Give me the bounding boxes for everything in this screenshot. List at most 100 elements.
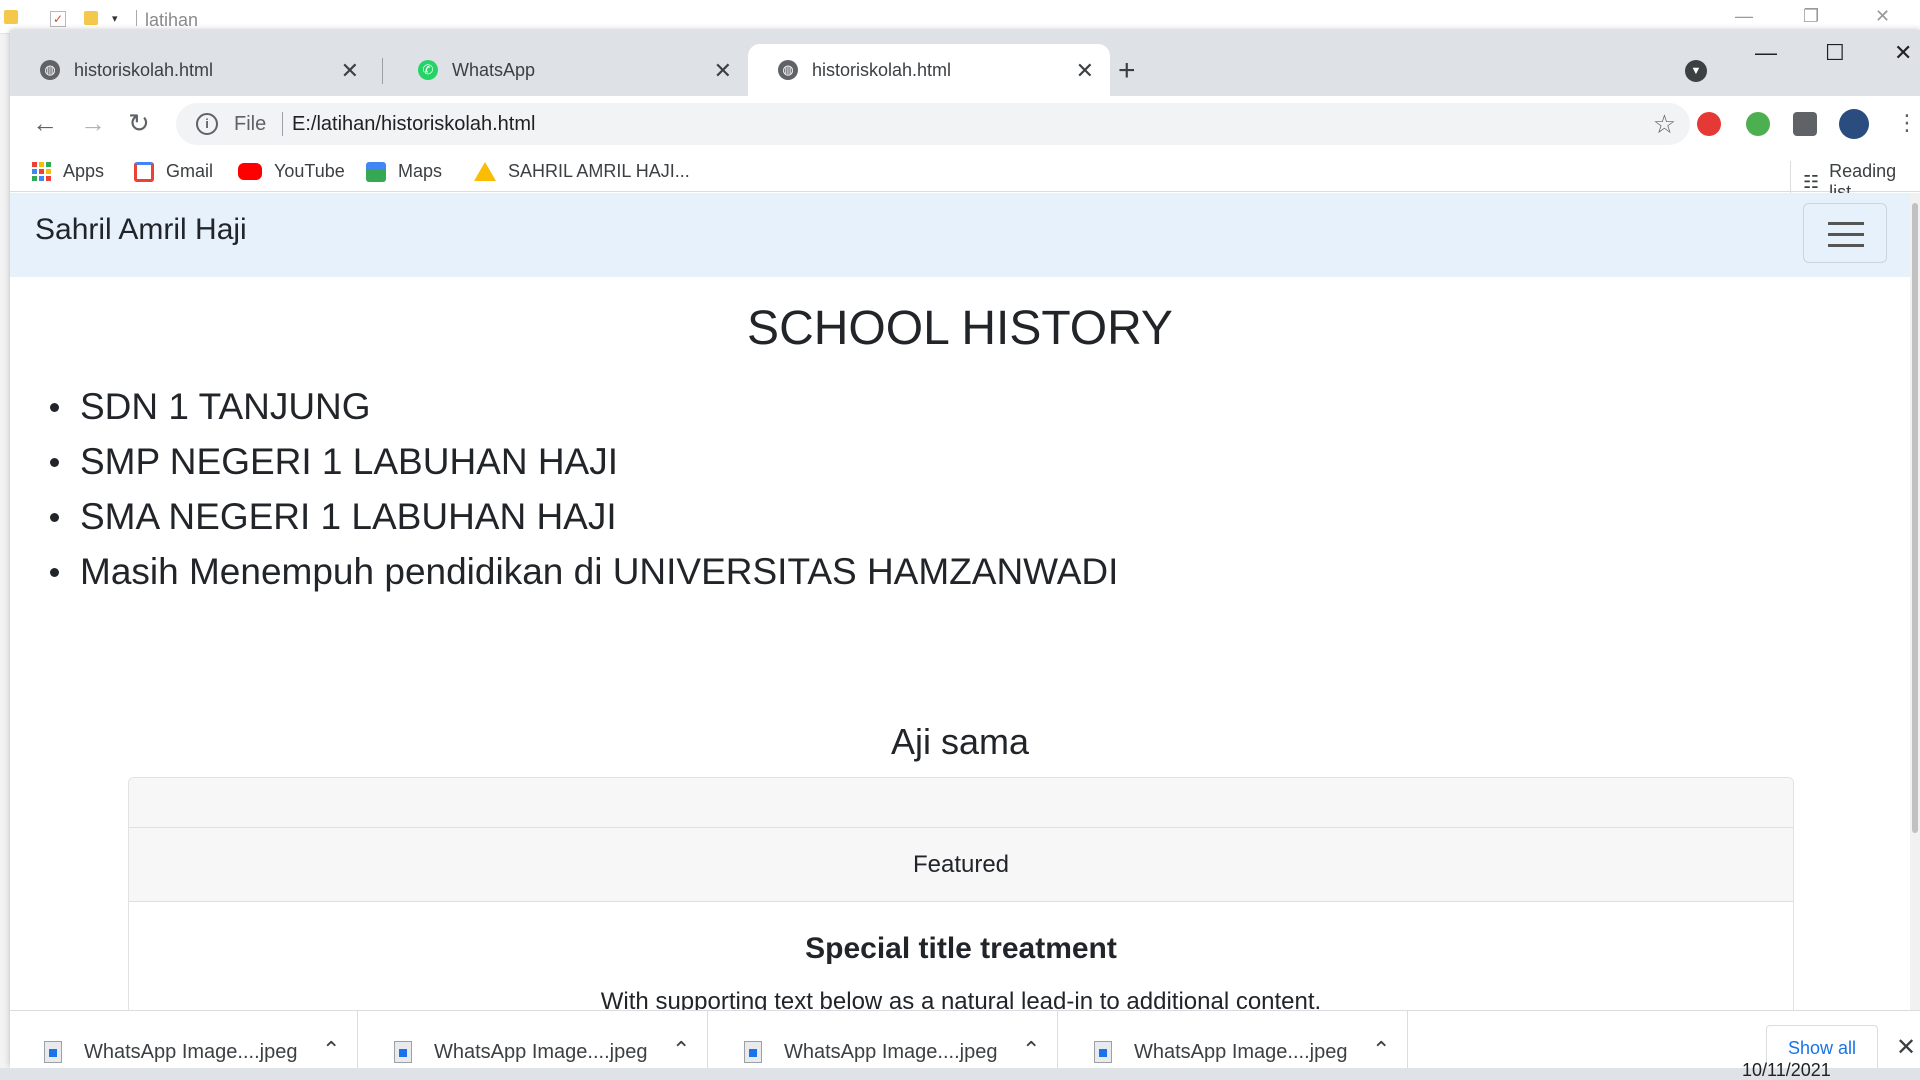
bookmark-label: SAHRIL AMRIL HAJI... <box>508 161 690 181</box>
chevron-up-icon[interactable]: ⌃ <box>1372 1037 1390 1063</box>
address-bar[interactable]: i File E:/latihan/historiskolah.html ☆ <box>176 103 1690 145</box>
school-name: SMP NEGERI 1 LABUHAN HAJI <box>80 441 619 482</box>
hamburger-line <box>1828 233 1864 236</box>
bookmark-apps[interactable]: Apps <box>32 161 104 182</box>
bookmark-star-icon[interactable]: ☆ <box>1653 109 1676 140</box>
bullet-icon <box>50 458 59 467</box>
page-viewport: Sahril Amril Haji SCHOOL HISTORY SDN 1 T… <box>10 193 1920 1010</box>
close-tab-icon[interactable]: ✕ <box>1076 58 1094 84</box>
menu-kebab-icon[interactable]: ⋮ <box>1896 110 1918 136</box>
school-name: SMA NEGERI 1 LABUHAN HAJI <box>80 496 617 537</box>
explorer-restore-icon[interactable]: ❐ <box>1803 6 1819 27</box>
chevron-up-icon[interactable]: ⌃ <box>322 1037 340 1063</box>
site-info-icon[interactable]: i <box>196 113 218 135</box>
tab-label: WhatsApp <box>452 59 536 80</box>
hamburger-line <box>1828 244 1864 247</box>
image-file-icon <box>44 1041 62 1063</box>
image-file-icon <box>1094 1041 1112 1063</box>
download-filename: WhatsApp Image....jpeg <box>1134 1041 1348 1063</box>
featured-card: Featured Special title treatment With su… <box>128 777 1794 1010</box>
minimize-icon[interactable]: — <box>1755 40 1777 66</box>
explorer-close-icon[interactable]: ✕ <box>1875 6 1890 27</box>
list-item: SDN 1 TANJUNG <box>42 379 1118 434</box>
title-separator <box>136 10 137 26</box>
tab-label: historiskolah.html <box>74 59 214 80</box>
adblock-extension-icon[interactable] <box>1697 112 1721 136</box>
list-item: SMA NEGERI 1 LABUHAN HAJI <box>42 489 1118 544</box>
tab-separator <box>382 58 383 84</box>
url-text[interactable]: E:/latihan/historiskolah.html <box>292 113 535 136</box>
back-arrow-icon[interactable]: ← <box>32 108 58 139</box>
tab-historiskolah-active[interactable]: ◍ historiskolah.html ✕ <box>748 44 1110 96</box>
site-navbar: Sahril Amril Haji <box>10 193 1920 277</box>
customize-quick-access-icon[interactable]: ▾ <box>112 12 118 25</box>
browser-toolbar: ← → ↻ i File E:/latihan/historiskolah.ht… <box>10 96 1920 152</box>
download-filename: WhatsApp Image....jpeg <box>784 1041 998 1063</box>
maximize-icon[interactable]: ☐ <box>1825 40 1845 66</box>
tab-label: historiskolah.html <box>812 59 952 80</box>
chevron-up-icon[interactable]: ⌃ <box>1022 1037 1040 1063</box>
reading-list-icon: ☷ <box>1803 171 1820 192</box>
download-filename: WhatsApp Image....jpeg <box>84 1041 298 1063</box>
youtube-icon <box>238 163 262 180</box>
bookmark-youtube[interactable]: YouTube <box>238 161 345 182</box>
list-item: Masih Menempuh pendidikan di UNIVERSITAS… <box>42 544 1118 599</box>
taskbar-date[interactable]: 10/11/2021 <box>1742 1060 1831 1080</box>
extension-globe-icon[interactable] <box>1746 112 1770 136</box>
list-item: SMP NEGERI 1 LABUHAN HAJI <box>42 434 1118 489</box>
section-subtitle: Aji sama <box>890 721 1030 762</box>
download-filename: WhatsApp Image....jpeg <box>434 1041 648 1063</box>
card-top-strip <box>129 778 1793 828</box>
tab-strip: ◍ historiskolah.html ✕ ✆ WhatsApp ✕ ◍ hi… <box>10 30 1920 96</box>
page-title: SCHOOL HISTORY <box>747 302 1173 355</box>
tab-whatsapp[interactable]: ✆ WhatsApp ✕ <box>388 44 748 96</box>
profile-avatar[interactable] <box>1839 109 1869 139</box>
folder-icon <box>4 10 18 24</box>
reload-icon[interactable]: ↻ <box>128 108 150 139</box>
page-scrollbar[interactable] <box>1910 193 1920 1010</box>
scheme-label: File <box>234 113 267 135</box>
chevron-up-icon[interactable]: ⌃ <box>672 1037 690 1063</box>
card-title: Special title treatment <box>805 932 1117 965</box>
globe-icon: ◍ <box>778 60 798 80</box>
explorer-minimize-icon[interactable]: — <box>1735 6 1753 27</box>
maps-icon <box>366 161 386 182</box>
bookmark-gmail[interactable]: Gmail <box>134 161 213 182</box>
close-tab-icon[interactable]: ✕ <box>714 58 732 84</box>
image-file-icon <box>394 1041 412 1063</box>
school-list: SDN 1 TANJUNG SMP NEGERI 1 LABUHAN HAJI … <box>42 379 1118 599</box>
scrollbar-thumb[interactable] <box>1912 203 1918 833</box>
close-download-bar-icon[interactable]: ✕ <box>1896 1033 1916 1062</box>
omnibox-separator <box>282 112 283 136</box>
whatsapp-icon: ✆ <box>418 60 438 80</box>
browser-window: ◍ historiskolah.html ✕ ✆ WhatsApp ✕ ◍ hi… <box>10 30 1920 1080</box>
explorer-window-title: latihan <box>145 10 199 30</box>
navbar-brand[interactable]: Sahril Amril Haji <box>35 213 247 247</box>
image-file-icon <box>744 1041 762 1063</box>
bookmark-drive[interactable]: SAHRIL AMRIL HAJI... <box>474 161 690 182</box>
card-text: With supporting text below as a natural … <box>600 988 1322 1010</box>
bookmark-maps[interactable]: Maps <box>366 161 442 182</box>
card-header: Featured <box>129 828 1793 902</box>
extensions-puzzle-icon[interactable] <box>1793 112 1817 136</box>
properties-icon[interactable]: ✓ <box>50 11 66 27</box>
new-tab-plus-icon[interactable]: + <box>1118 54 1136 88</box>
navbar-toggler-button[interactable] <box>1803 203 1887 263</box>
bullet-icon <box>50 403 59 412</box>
new-folder-icon[interactable] <box>84 11 98 25</box>
globe-icon: ◍ <box>40 60 60 80</box>
bookmark-label: Maps <box>398 161 443 181</box>
school-name: SDN 1 TANJUNG <box>80 386 371 427</box>
tab-historiskolah-1[interactable]: ◍ historiskolah.html ✕ <box>10 44 375 96</box>
close-tab-icon[interactable]: ✕ <box>341 58 359 84</box>
forward-arrow-icon[interactable]: → <box>80 108 106 139</box>
close-window-icon[interactable]: ✕ <box>1894 40 1912 66</box>
drive-icon <box>474 162 496 181</box>
hamburger-line <box>1828 222 1864 225</box>
school-name: Masih Menempuh pendidikan di UNIVERSITAS… <box>80 551 1119 592</box>
tab-search-icon[interactable]: ▼ <box>1685 60 1707 82</box>
explorer-title-bar: ✓ ▾ latihan — ❐ ✕ <box>0 0 1920 34</box>
bookmarks-bar: Apps Gmail YouTube Maps SAHRIL AMRIL HAJ… <box>10 152 1920 203</box>
bullet-icon <box>50 513 59 522</box>
gmail-icon <box>134 161 154 182</box>
